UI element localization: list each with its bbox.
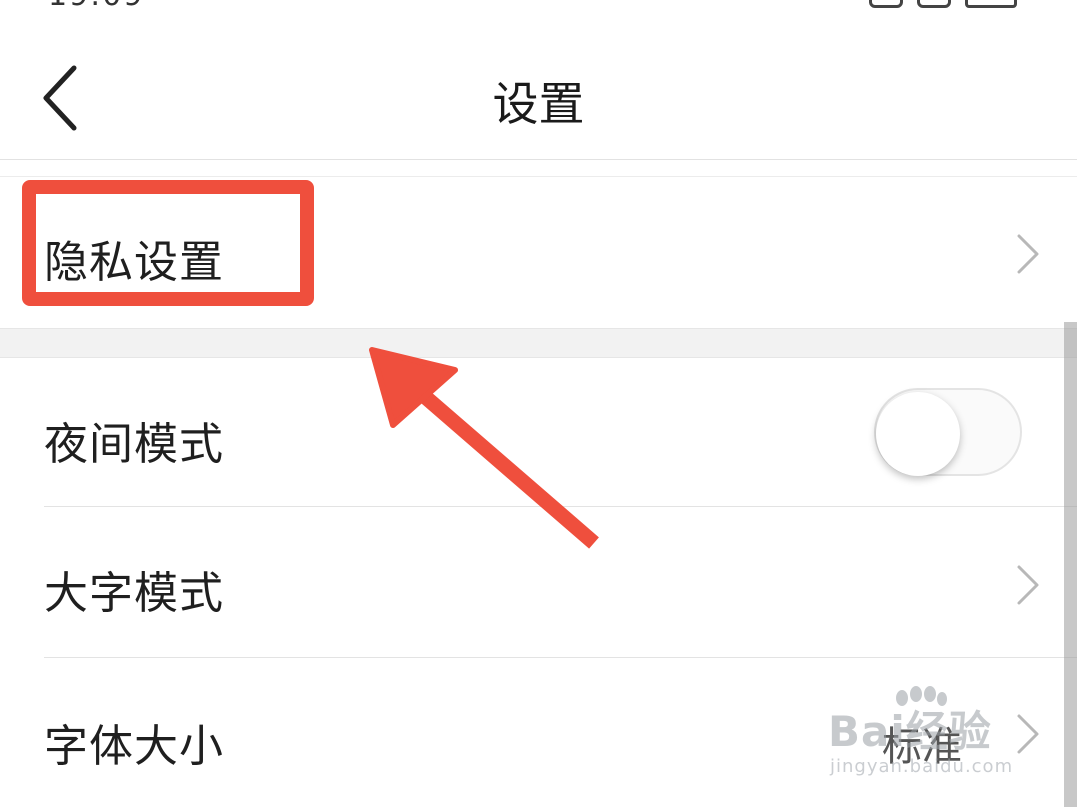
toggle-knob (876, 392, 960, 476)
chevron-right-icon (1017, 234, 1039, 274)
page-title: 设置 (492, 77, 585, 131)
large-text-mode-row[interactable]: 大字模式 (0, 507, 1077, 657)
nav-bar: 设置 (0, 16, 1077, 160)
divider (0, 176, 1077, 177)
night-mode-label: 夜间模式 (44, 419, 224, 470)
section-gap (0, 328, 1077, 358)
highlight-box (22, 180, 314, 306)
font-size-label: 字体大小 (44, 721, 224, 772)
signal-icon (869, 0, 903, 8)
status-time: 19:09 (48, 0, 144, 13)
settings-screen: 19:09 设置 隐私设置 夜间模式 大字模式 (0, 0, 1077, 807)
watermark-url: jingyan.baidu.com (830, 756, 1014, 777)
scrollbar[interactable] (1064, 322, 1077, 807)
status-icons (869, 0, 1017, 8)
night-mode-toggle[interactable] (874, 388, 1022, 476)
watermark: Bai经验 jingyan.baidu.com (822, 686, 1032, 790)
chevron-right-icon (1017, 565, 1039, 605)
watermark-brand: Bai经验 (828, 707, 992, 756)
wifi-icon (917, 0, 951, 8)
battery-icon (965, 0, 1017, 8)
large-text-mode-label: 大字模式 (44, 568, 224, 619)
status-bar: 19:09 (0, 0, 1077, 16)
